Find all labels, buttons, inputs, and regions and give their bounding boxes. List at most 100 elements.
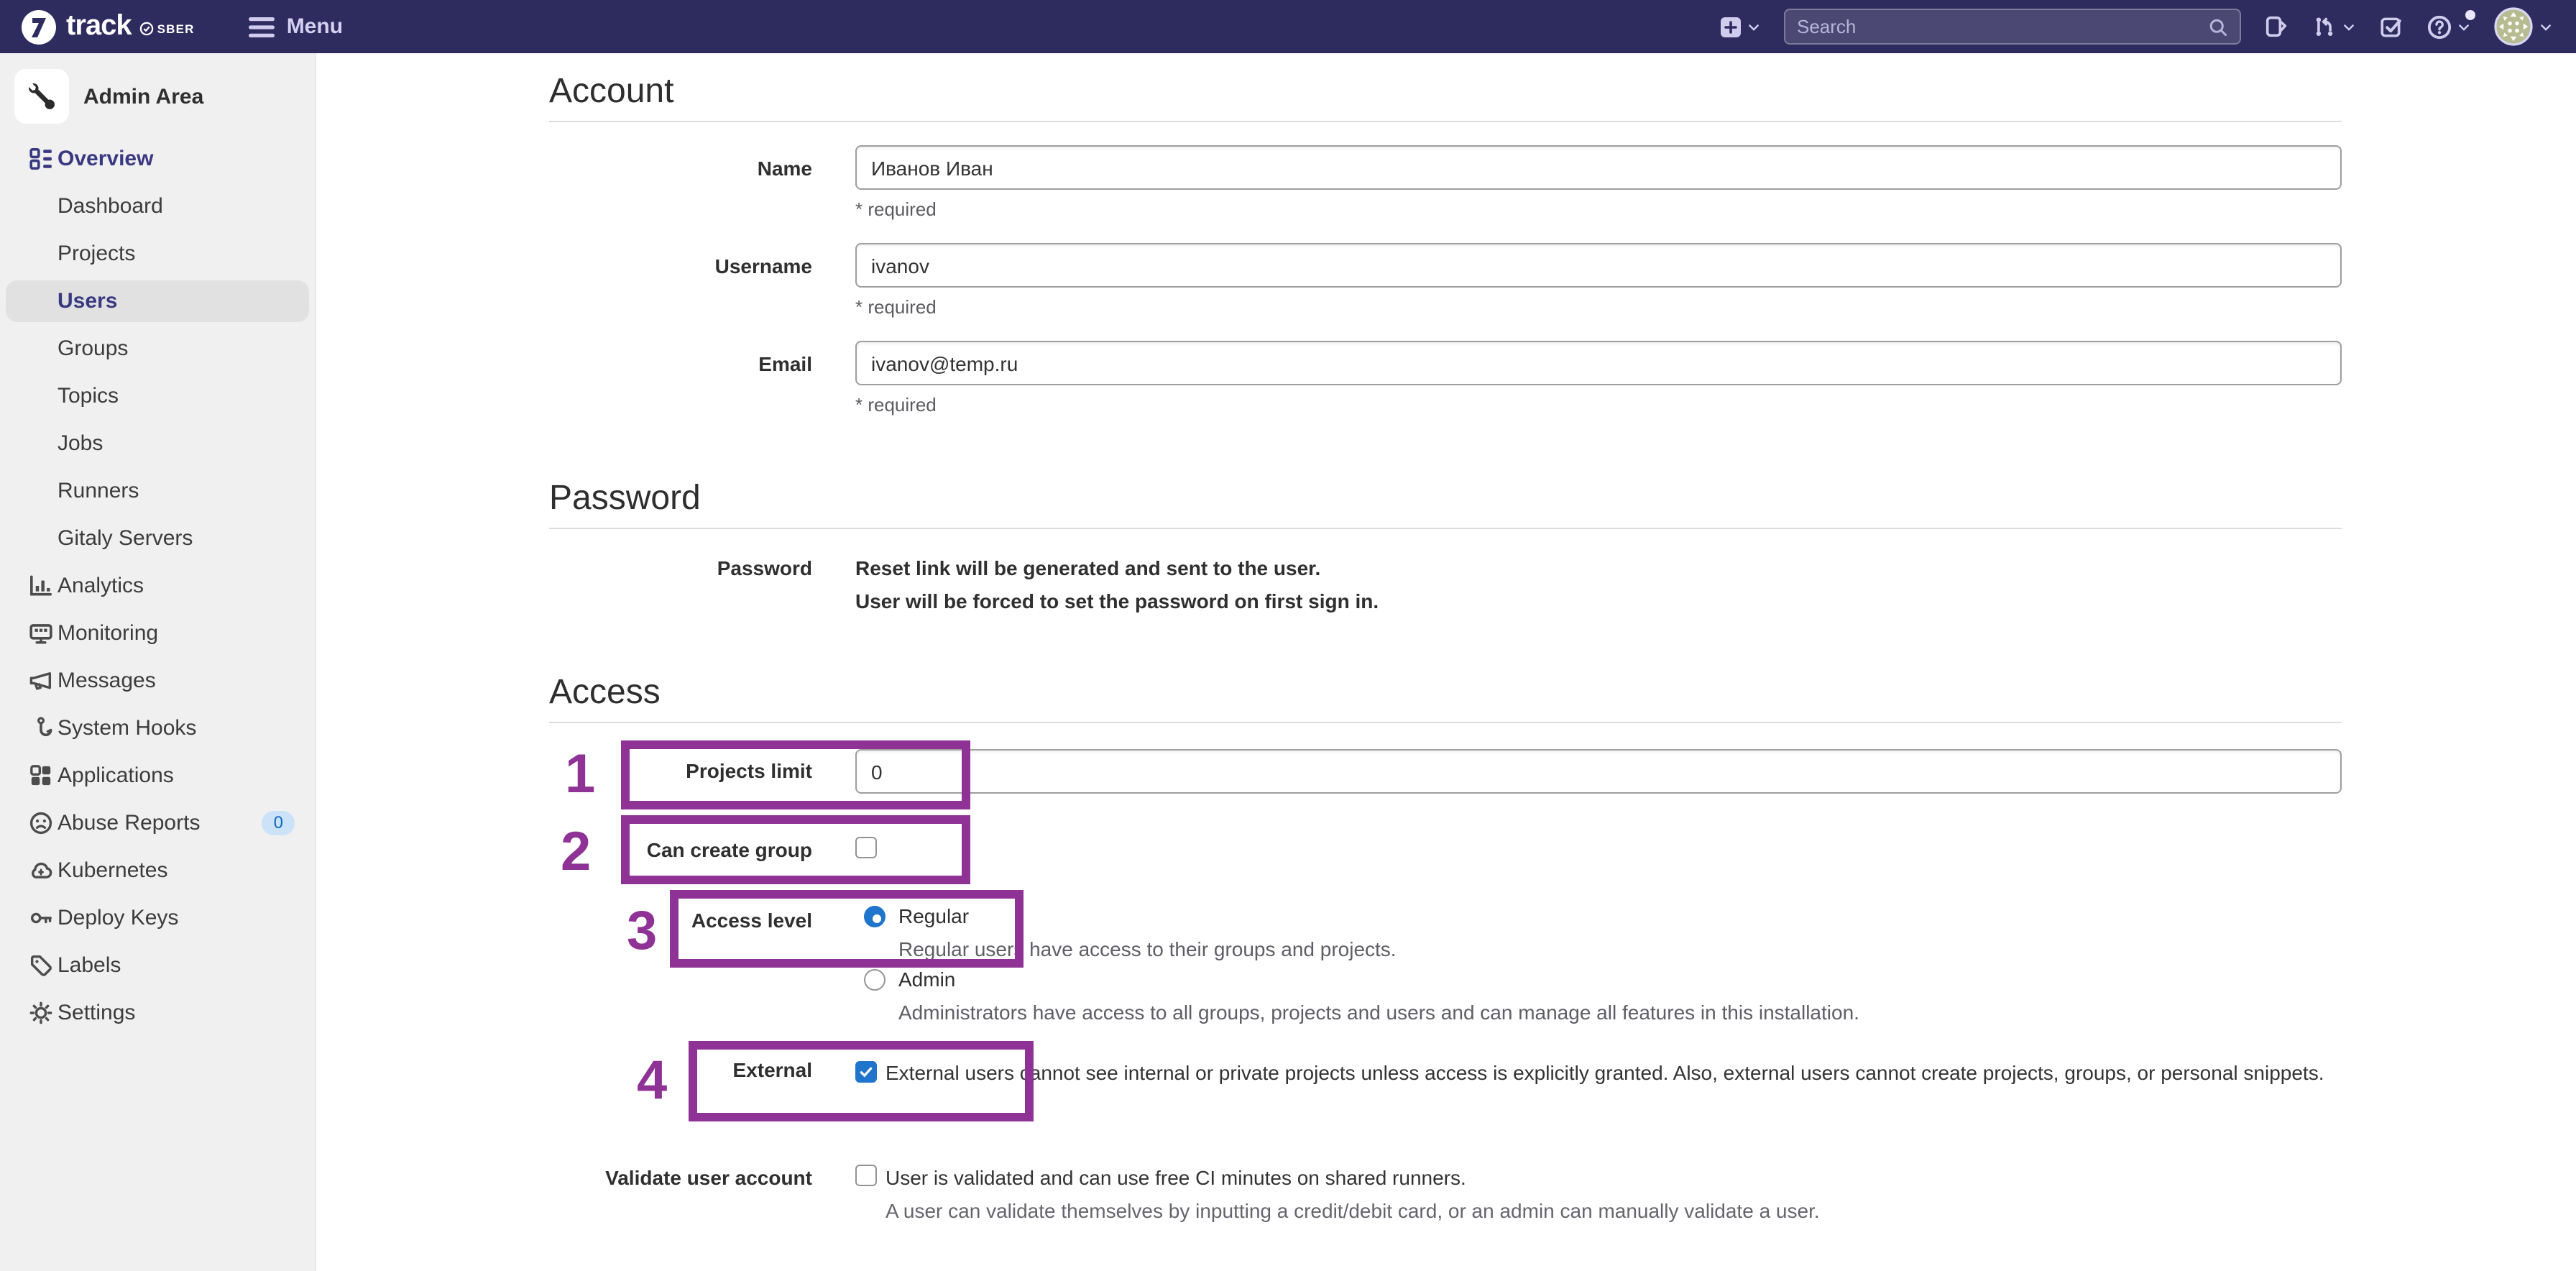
sidebar-item-label: Abuse Reports [58, 811, 200, 835]
sidebar-item-label: Users [58, 289, 117, 313]
password-force-text: User will be forced to set the password … [855, 585, 1379, 618]
sidebar-item-dashboard[interactable]: Dashboard [0, 183, 315, 230]
access-section-title: Access [549, 673, 2342, 713]
sidebar-item-label: Projects [58, 242, 135, 266]
email-label: Email [549, 341, 812, 416]
projects-limit-input[interactable] [855, 749, 2342, 794]
sidebar-item-users[interactable]: Users [0, 277, 315, 325]
password-section-title: Password [549, 479, 2342, 519]
sidebar-item-label: Kubernetes [58, 858, 167, 883]
sidebar-item-topics[interactable]: Topics [0, 372, 315, 420]
wrench-icon [14, 69, 69, 124]
sidebar-item-analytics[interactable]: Analytics [0, 562, 315, 610]
notification-dot [2465, 9, 2475, 19]
access-rows: Projects limit Can create group Access l… [549, 723, 2342, 1244]
abuse-reports-badge: 0 [262, 811, 295, 835]
username-field-group: Username * required [549, 243, 2342, 318]
menu-button[interactable]: Menu [249, 14, 343, 39]
email-input[interactable] [855, 341, 2342, 385]
chevron-down-icon [2457, 19, 2471, 34]
monitoring-icon [29, 621, 53, 646]
admin-sidebar: Admin Area Overview Dashboard [0, 53, 316, 1271]
sidebar-item-label: Messages [58, 669, 156, 693]
name-input[interactable] [855, 145, 2342, 190]
regular-option-label: Regular [898, 904, 969, 927]
sidebar-header[interactable]: Admin Area [14, 69, 300, 124]
sidebar-item-messages[interactable]: Messages [0, 657, 315, 705]
sidebar-item-deploy-keys[interactable]: Deploy Keys [0, 894, 315, 942]
sidebar-item-gitaly-servers[interactable]: Gitaly Servers [0, 515, 315, 562]
sidebar-item-monitoring[interactable]: Monitoring [0, 610, 315, 657]
tag-icon [29, 953, 53, 978]
search-input[interactable] [1797, 16, 2208, 37]
required-note: * required [855, 296, 2342, 318]
sidebar-item-label: Overview [58, 147, 153, 171]
regular-option-desc: Regular users have access to their group… [898, 937, 1397, 960]
can-create-group-checkbox[interactable] [855, 837, 877, 858]
plus-square-icon [1719, 15, 1742, 38]
main-content: Account Name * required Username * requi… [316, 53, 2576, 1271]
password-reset-text: Reset link will be generated and sent to… [855, 552, 1379, 585]
sidebar-item-abuse-reports[interactable]: Abuse Reports 0 [0, 799, 315, 847]
username-input[interactable] [855, 243, 2342, 288]
required-note: * required [855, 198, 2342, 220]
chevron-down-icon [1747, 19, 1761, 34]
chevron-down-icon [2539, 19, 2553, 34]
sidebar-item-label: Dashboard [58, 194, 163, 219]
merge-requests-button[interactable] [2312, 14, 2356, 39]
validate-user-checkbox[interactable] [855, 1165, 877, 1186]
password-field-group: Password Reset link will be generated an… [549, 552, 2342, 618]
sidebar-item-label: System Hooks [58, 716, 196, 740]
email-field-group: Email * required [549, 341, 2342, 416]
sber-check-icon [140, 22, 155, 36]
name-field-group: Name * required [549, 145, 2342, 220]
sidebar-item-kubernetes[interactable]: Kubernetes [0, 847, 315, 894]
sidebar-item-projects[interactable]: Projects [0, 230, 315, 277]
can-create-group-label: Can create group [549, 838, 812, 861]
validate-user-label: Validate user account [549, 1166, 812, 1189]
sidebar-item-groups[interactable]: Groups [0, 325, 315, 372]
password-label: Password [549, 552, 812, 618]
sidebar-item-label: Applications [58, 763, 174, 788]
gear-icon [29, 1001, 53, 1025]
user-menu-button[interactable] [2494, 7, 2553, 46]
projects-limit-label: Projects limit [549, 759, 812, 782]
new-menu-button[interactable] [1719, 15, 1761, 38]
todos-button[interactable] [2379, 14, 2404, 39]
user-edit-form: Account Name * required Username * requi… [549, 53, 2342, 1244]
username-label: Username [549, 243, 812, 318]
sidebar-item-system-hooks[interactable]: System Hooks [0, 705, 315, 752]
merge-request-icon [2312, 14, 2337, 39]
required-note: * required [855, 394, 2342, 416]
sidebar-item-runners[interactable]: Runners [0, 467, 315, 515]
sidebar-title: Admin Area [83, 84, 203, 109]
sidebar-item-applications[interactable]: Applications [0, 752, 315, 799]
help-icon [2426, 14, 2452, 40]
navbar-left: track SBER Menu [0, 8, 343, 45]
sidebar-item-labels[interactable]: Labels [0, 942, 315, 989]
access-level-admin-radio[interactable] [864, 969, 886, 991]
sidebar-item-overview[interactable]: Overview [0, 135, 315, 183]
overview-icon [29, 147, 53, 171]
external-checkbox[interactable] [855, 1061, 877, 1083]
applications-icon [29, 763, 53, 788]
validate-user-text: User is validated and can use free CI mi… [886, 1166, 1466, 1189]
check-icon [858, 1064, 874, 1080]
menu-label: Menu [287, 14, 343, 39]
top-navbar: track SBER Menu [0, 0, 2576, 53]
sidebar-item-jobs[interactable]: Jobs [0, 420, 315, 467]
help-button[interactable] [2426, 14, 2471, 40]
active-pill [6, 280, 309, 322]
sad-face-icon [29, 811, 53, 835]
cloud-gear-icon [29, 858, 53, 883]
validate-user-help: A user can validate themselves by inputt… [886, 1199, 1820, 1222]
key-icon [29, 906, 53, 930]
external-label: External [549, 1058, 812, 1081]
issues-button[interactable] [2264, 14, 2288, 39]
access-level-regular-radio[interactable] [864, 906, 886, 927]
logo[interactable]: track SBER [20, 8, 195, 45]
sidebar-item-settings[interactable]: Settings [0, 989, 315, 1037]
sidebar-item-label: Deploy Keys [58, 906, 178, 930]
name-label: Name [549, 145, 812, 220]
hook-icon [29, 716, 53, 740]
